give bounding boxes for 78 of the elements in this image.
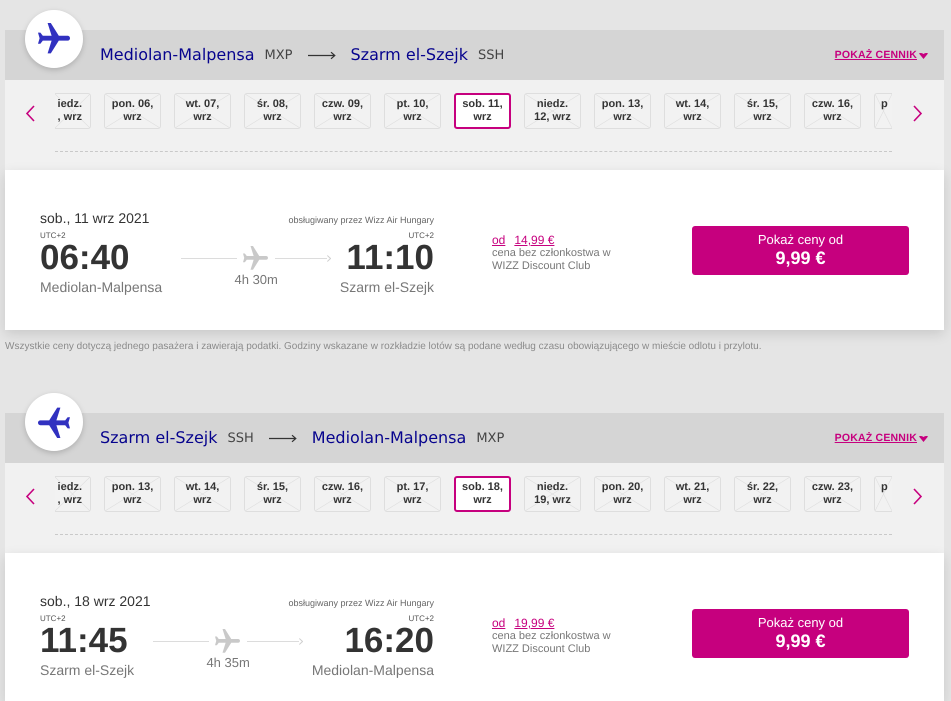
route-line <box>153 640 210 642</box>
caret-down-icon <box>919 436 928 442</box>
show-prices-button[interactable]: Pokaż ceny od 9,99 € <box>692 609 909 658</box>
date-tile[interactable]: wt. 14, wrz <box>174 476 231 512</box>
date-tile[interactable]: śr. 15, wrz <box>734 93 791 129</box>
show-prices-button[interactable]: Pokaż ceny od 9,99 € <box>692 226 909 275</box>
destination-code: SSH <box>478 47 504 65</box>
date-tile[interactable]: sob. 18, wrz <box>454 476 511 512</box>
arrival-time: 11:10 <box>346 241 434 275</box>
date-tile[interactable]: pon. 20, wrz <box>594 476 651 512</box>
price-prefix-link[interactable]: od <box>492 233 506 247</box>
destination-code: MXP <box>476 430 504 448</box>
origin-city: Szarm el-Szejk <box>100 428 218 448</box>
arrival-airport: Szarm el-Szejk <box>340 279 434 295</box>
date-tile[interactable]: wt. 07, wrz <box>174 93 231 129</box>
chevron-left-icon[interactable] <box>25 105 35 122</box>
chevron-left-icon[interactable] <box>25 488 35 505</box>
arrow-icon <box>308 50 336 60</box>
arrow-icon <box>268 434 297 442</box>
airplane-icon <box>215 628 240 654</box>
footnote-text: Wszystkie ceny dotyczą jednego pasażera i zawierają podatki. Godziny wskazane w rozkładzie lotów są podane według czasu obowiązującego w mieście odlotu i przylotu. <box>5 340 762 354</box>
origin-code: MXP <box>264 47 293 65</box>
date-tile[interactable]: wt. 14, wrz <box>664 93 721 129</box>
timezone-label: UTC+2 <box>40 614 66 624</box>
airplane-icon <box>25 393 83 451</box>
timezone-label: UTC+2 <box>408 231 434 241</box>
route-arrow <box>247 638 304 644</box>
flight-duration: 4h 30m <box>234 272 278 287</box>
price-list-link[interactable]: POKAŻ CENNIK <box>834 46 928 64</box>
date-tile[interactable]: czw. 16, wrz <box>804 93 861 129</box>
departure-time: 11:45 <box>40 624 128 658</box>
timezone-label: UTC+2 <box>40 231 66 241</box>
origin-code: SSH <box>228 430 254 448</box>
destination-city: Mediolan-Malpensa <box>312 428 466 448</box>
price-link[interactable]: 14,99 € <box>514 233 554 247</box>
caret-down-icon <box>919 53 928 59</box>
departure-time: 06:40 <box>40 241 130 275</box>
price-link[interactable]: 19,99 € <box>514 616 554 630</box>
date-tile[interactable]: czw. 23, wrz <box>804 476 861 512</box>
operator-text: obsługiwany przez Wizz Air Hungary <box>288 597 434 609</box>
origin-city: Mediolan-Malpensa <box>100 45 255 65</box>
price-note: cena bez członkostwa w WIZZ Discount Club <box>492 247 612 273</box>
date-tile[interactable]: pon. 13, wrz <box>104 476 161 512</box>
date-tile[interactable]: iedz. , wrz <box>55 93 91 129</box>
flight-duration: 4h 35m <box>206 655 250 670</box>
price-list-link[interactable]: POKAŻ CENNIK <box>834 429 928 447</box>
date-tile[interactable]: śr. 08, wrz <box>244 93 301 129</box>
date-tile[interactable]: czw. 09, wrz <box>314 93 371 129</box>
date-tile[interactable]: pon. 13, wrz <box>594 93 651 129</box>
date-tile[interactable]: sob. 11, wrz <box>454 93 511 129</box>
date-tile[interactable]: pon. 06, wrz <box>104 93 161 129</box>
route-arrow <box>275 254 332 262</box>
flight-date: sob., 18 wrz 2021 <box>40 592 151 610</box>
date-tile[interactable]: wt. 21, wrz <box>664 476 721 512</box>
chevron-right-icon[interactable] <box>913 105 923 122</box>
airplane-icon <box>243 246 268 270</box>
operator-text: obsługiwany przez Wizz Air Hungary <box>288 214 434 226</box>
chevron-right-icon[interactable] <box>913 488 923 505</box>
date-tile[interactable]: niedz. 19, wrz <box>524 476 581 512</box>
destination-city: Szarm el-Szejk <box>350 45 468 65</box>
date-tile[interactable]: p <box>874 476 892 512</box>
arrival-airport: Mediolan-Malpensa <box>312 662 434 678</box>
date-tile[interactable]: niedz. 12, wrz <box>524 93 581 129</box>
flight-date: sob., 11 wrz 2021 <box>40 209 150 227</box>
timezone-label: UTC+2 <box>408 614 434 624</box>
date-tile[interactable]: pt. 10, wrz <box>384 93 441 129</box>
date-tile[interactable]: iedz. , wrz <box>55 476 91 512</box>
date-tile[interactable]: p <box>874 93 892 129</box>
departure-airport: Mediolan-Malpensa <box>40 279 162 295</box>
date-tile[interactable]: czw. 16, wrz <box>314 476 371 512</box>
price-prefix-link[interactable]: od <box>492 616 506 630</box>
departure-airport: Szarm el-Szejk <box>40 662 134 678</box>
date-tile[interactable]: pt. 17, wrz <box>384 476 441 512</box>
price-note: cena bez członkostwa w WIZZ Discount Club <box>492 630 612 656</box>
date-tile[interactable]: śr. 15, wrz <box>244 476 301 512</box>
airplane-icon <box>25 10 83 68</box>
arrival-time: 16:20 <box>344 624 434 658</box>
date-tile[interactable]: śr. 22, wrz <box>734 476 791 512</box>
